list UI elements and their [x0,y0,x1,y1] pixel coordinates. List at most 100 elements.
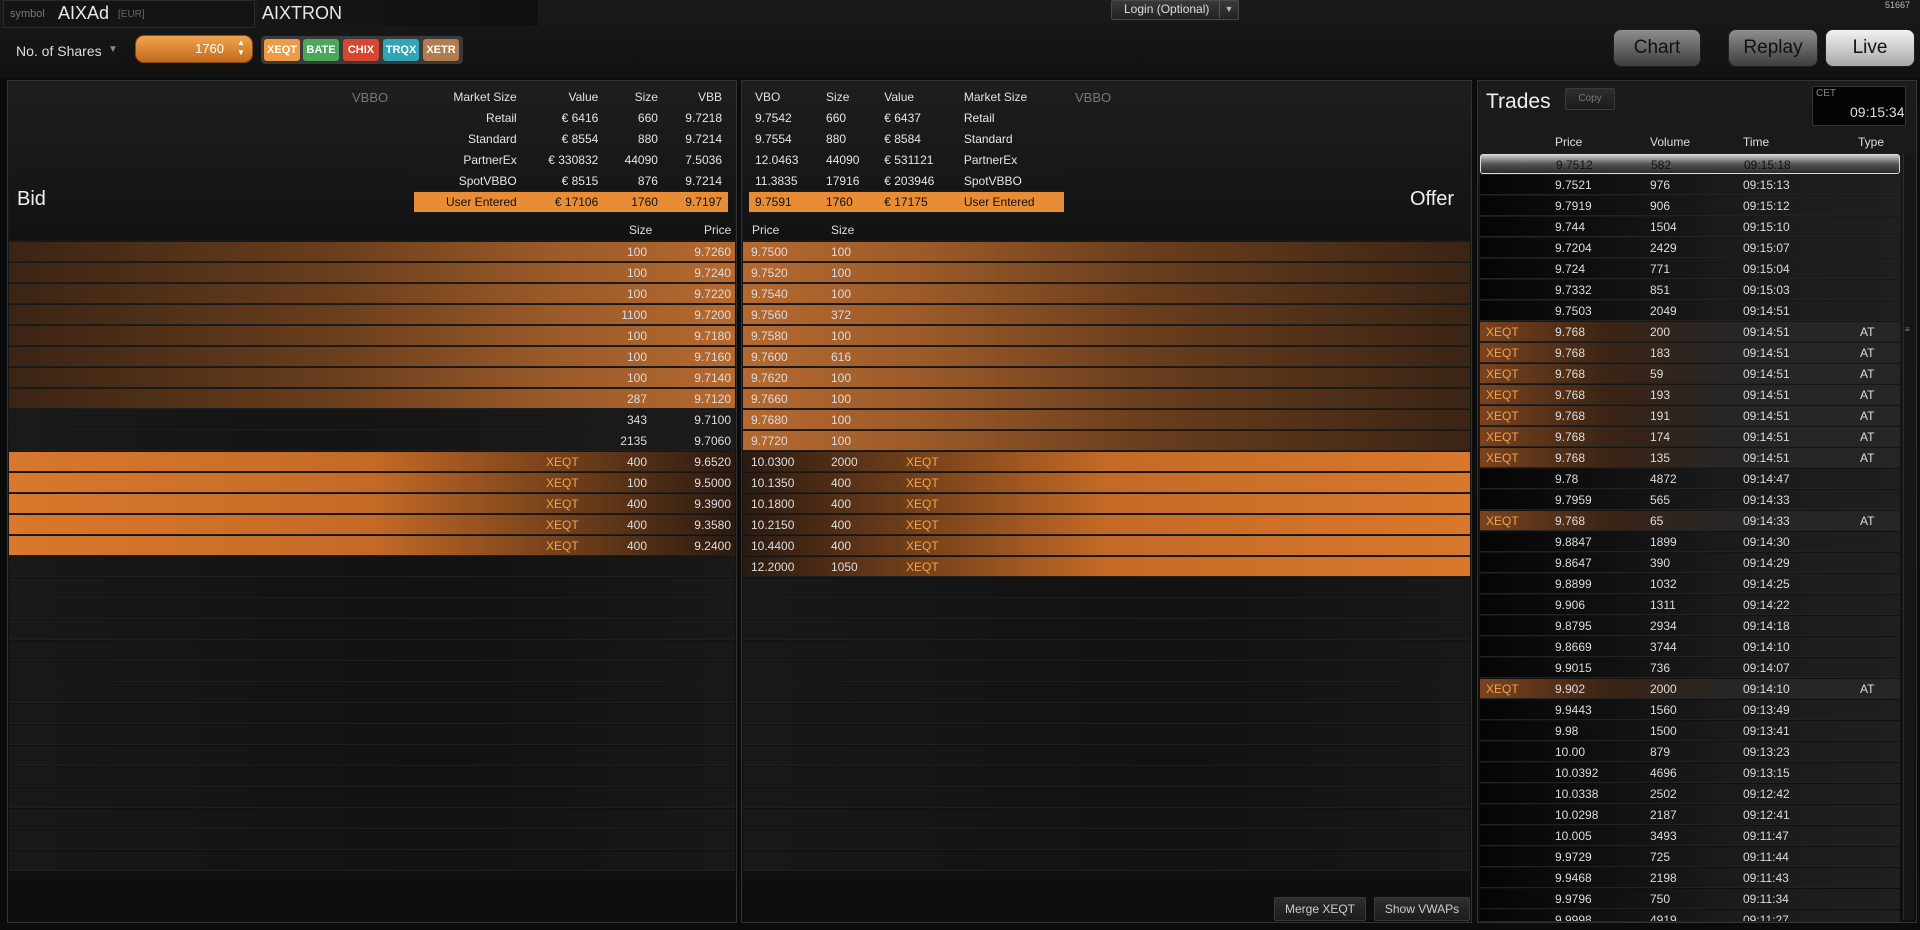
offer-level-row[interactable]: 12.2000 1050 XEQT [743,557,1470,577]
bid-level-row[interactable]: 343 9.7100 [9,410,735,430]
bid-level-row[interactable]: 100 9.7220 [9,284,735,304]
trade-row[interactable]: XEQT 9.902 2000 09:14:10 AT [1480,679,1900,699]
trade-row[interactable]: 9.7332 851 09:15:03 [1480,280,1900,300]
offer-level-row[interactable]: 10.4400 400 XEQT [743,536,1470,556]
offer-level-row[interactable]: 9.7520 100 [743,263,1470,283]
bid-level-row[interactable]: 100 9.7240 [9,263,735,283]
quantity-stepper[interactable]: ▲ ▼ [233,38,249,60]
trade-row[interactable]: 9.9468 2198 09:11:43 [1480,868,1900,888]
value-cell: € 203946 [878,170,958,192]
offer-level-row[interactable]: 9.7660 100 [743,389,1470,409]
offer-level-row[interactable]: 9.7560 372 [743,305,1470,325]
chevron-down-icon[interactable]: ▼ [108,44,118,55]
venue-toggle-trqx[interactable]: TRQX [383,39,419,61]
bid-level-row[interactable]: XEQT 400 9.3580 [9,515,735,535]
bid-level-row[interactable]: XEQT 400 9.2400 [9,536,735,556]
trade-row[interactable]: 9.7959 565 09:14:33 [1480,490,1900,510]
trade-row[interactable]: 9.8669 3744 09:14:10 [1480,637,1900,657]
trade-row[interactable]: 9.9729 725 09:11:44 [1480,847,1900,867]
venue-toggle-xetr[interactable]: XETR [423,39,459,61]
trade-row[interactable]: 10.005 3493 09:11:47 [1480,826,1900,846]
merge-xeqt-button[interactable]: Merge XEQT [1274,897,1366,921]
show-vwaps-button[interactable]: Show VWAPs [1374,897,1470,921]
empty-row [9,599,735,619]
column-header: Size [604,87,664,108]
trade-row[interactable]: XEQT 9.768 135 09:14:51 AT [1480,448,1900,468]
trade-row[interactable]: XEQT 9.768 193 09:14:51 AT [1480,385,1900,405]
trade-row[interactable]: 9.7204 2429 09:15:07 [1480,238,1900,258]
trade-row[interactable]: 10.0392 4696 09:13:15 [1480,763,1900,783]
trade-row[interactable]: 9.7512 582 09:15:18 [1480,154,1900,174]
trade-row[interactable]: 9.7919 906 09:15:12 [1480,196,1900,216]
trade-row[interactable]: 10.0338 2502 09:12:42 [1480,784,1900,804]
trade-row[interactable]: 9.9998 4919 09:11:27 [1480,910,1900,922]
trade-row[interactable]: 9.7521 976 09:15:13 [1480,175,1900,195]
trade-time: 09:14:30 [1743,535,1790,549]
shares-selector[interactable]: No. of Shares [16,43,102,59]
bid-level-row[interactable]: 287 9.7120 [9,389,735,409]
offer-level-row[interactable]: 9.7680 100 [743,410,1470,430]
trade-row[interactable]: 9.78 4872 09:14:47 [1480,469,1900,489]
offer-level-row[interactable]: 9.7720 100 [743,431,1470,451]
offer-level-row[interactable]: 9.7580 100 [743,326,1470,346]
trade-volume: 879 [1650,745,1671,759]
bid-level-row[interactable]: 100 9.7260 [9,242,735,262]
offer-size: 400 [831,497,852,511]
trade-row[interactable]: 9.9796 750 09:11:34 [1480,889,1900,909]
replay-button[interactable]: Replay [1728,29,1818,67]
venue-toggle-bate[interactable]: BATE [303,39,339,61]
offer-level-row[interactable]: 10.1350 400 XEQT [743,473,1470,493]
value-cell: € 17106 [522,191,605,213]
trade-row[interactable]: XEQT 9.768 65 09:14:33 AT [1480,511,1900,531]
offer-level-row[interactable]: 10.0300 2000 XEQT [743,452,1470,472]
trade-row[interactable]: 9.744 1504 09:15:10 [1480,217,1900,237]
bid-level-row[interactable]: XEQT 400 9.6520 [9,452,735,472]
bid-level-row[interactable]: 1100 9.7200 [9,305,735,325]
trade-row[interactable]: 9.8899 1032 09:14:25 [1480,574,1900,594]
bid-level-row[interactable]: 100 9.7180 [9,326,735,346]
trade-row[interactable]: 9.8795 2934 09:14:18 [1480,616,1900,636]
trade-row[interactable]: XEQT 9.768 59 09:14:51 AT [1480,364,1900,384]
trade-row[interactable]: XEQT 9.768 174 09:14:51 AT [1480,427,1900,447]
trade-row[interactable]: 9.9015 736 09:14:07 [1480,658,1900,678]
trade-row[interactable]: XEQT 9.768 191 09:14:51 AT [1480,406,1900,426]
trade-row[interactable]: 9.724 771 09:15:04 [1480,259,1900,279]
bid-level-row[interactable]: 2135 9.7060 [9,431,735,451]
offer-level-row[interactable]: 9.7620 100 [743,368,1470,388]
offer-level-row[interactable]: 9.7500 100 [743,242,1470,262]
offer-level-row[interactable]: 9.7540 100 [743,284,1470,304]
trades-scrollbar[interactable] [1903,154,1914,920]
trade-row[interactable]: 9.8647 390 09:14:29 [1480,553,1900,573]
bid-price: 9.5000 [694,476,731,490]
venue-toggle-xeqt[interactable]: XEQT [264,39,300,61]
trade-row[interactable]: 10.0298 2187 09:12:41 [1480,805,1900,825]
bid-price: 9.7100 [694,413,731,427]
chart-button[interactable]: Chart [1613,29,1701,67]
trade-volume: 2187 [1650,808,1677,822]
copy-button[interactable]: Copy [1565,88,1615,110]
trade-row[interactable]: 9.7503 2049 09:14:51 [1480,301,1900,321]
trade-row[interactable]: 9.9443 1560 09:13:49 [1480,700,1900,720]
login-label[interactable]: Login (Optional) [1124,2,1209,16]
chevron-down-icon[interactable]: ▼ [1219,0,1238,18]
trade-volume: 1899 [1650,535,1677,549]
trade-row[interactable]: XEQT 9.768 200 09:14:51 AT [1480,322,1900,342]
bid-level-row[interactable]: XEQT 400 9.3900 [9,494,735,514]
bid-level-row[interactable]: 100 9.7140 [9,368,735,388]
bid-level-row[interactable]: 100 9.7160 [9,347,735,367]
size-cell: 660 [820,107,879,129]
trade-row[interactable]: XEQT 9.768 183 09:14:51 AT [1480,343,1900,363]
trade-row[interactable]: 9.906 1311 09:14:22 [1480,595,1900,615]
symbol-value[interactable]: AIXAd [58,3,109,24]
scroll-grip-icon[interactable]: ≡ [1905,325,1911,335]
trade-row[interactable]: 9.8847 1899 09:14:30 [1480,532,1900,552]
trade-row[interactable]: 10.00 879 09:13:23 [1480,742,1900,762]
bid-price: 9.2400 [694,539,731,553]
offer-level-row[interactable]: 10.1800 400 XEQT [743,494,1470,514]
offer-level-row[interactable]: 9.7600 616 [743,347,1470,367]
bid-level-row[interactable]: XEQT 100 9.5000 [9,473,735,493]
venue-toggle-chix[interactable]: CHIX [343,39,379,61]
trade-row[interactable]: 9.98 1500 09:13:41 [1480,721,1900,741]
live-button[interactable]: Live [1825,29,1915,67]
offer-level-row[interactable]: 10.2150 400 XEQT [743,515,1470,535]
